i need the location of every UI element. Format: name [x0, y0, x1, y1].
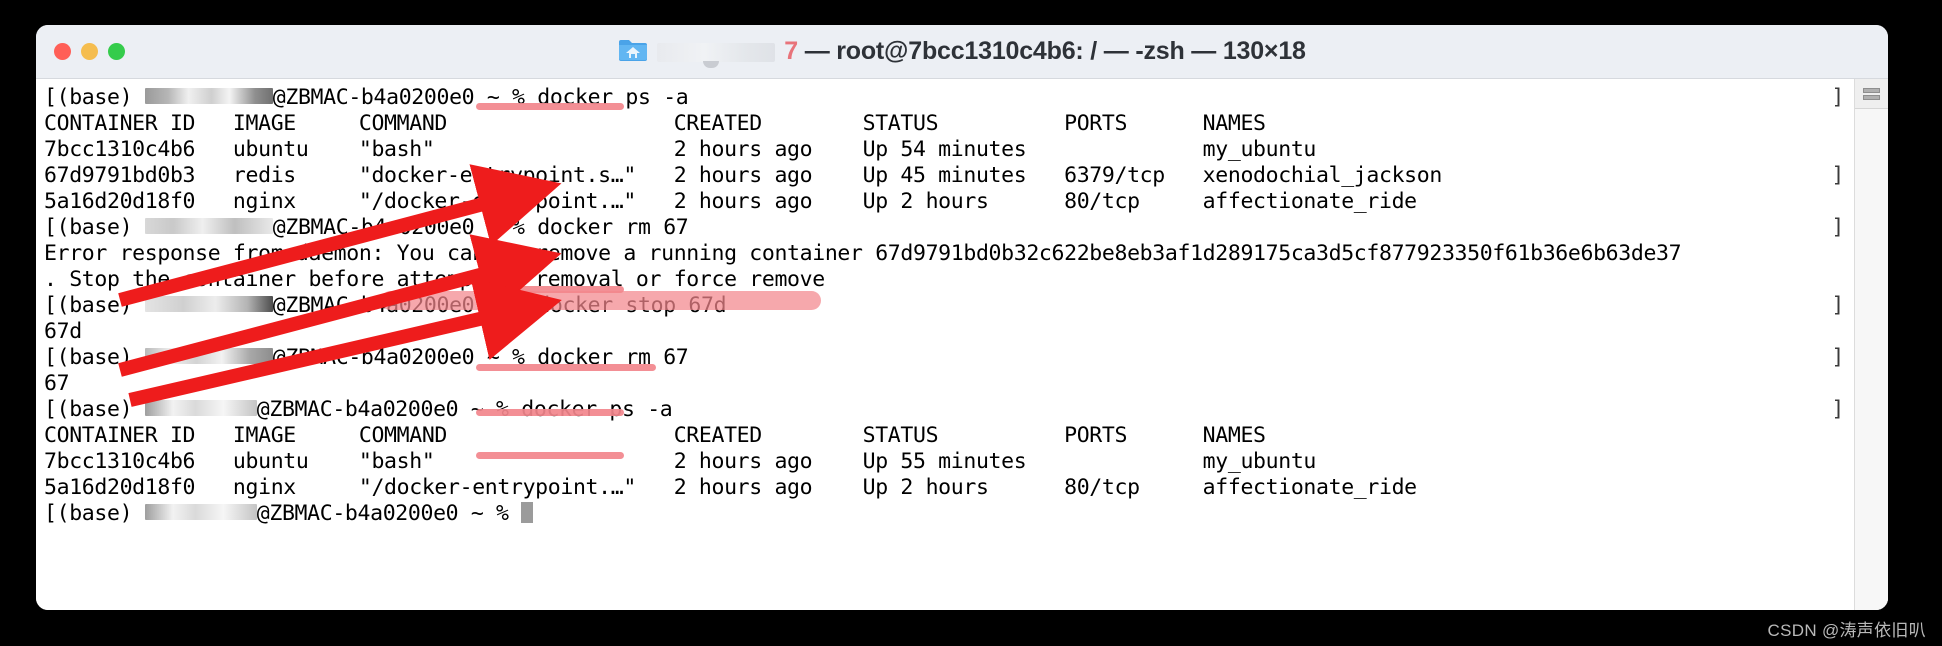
terminal-line: [(base) @ZBMAC-b4a0200e0 ~ % docker rm 6… — [44, 345, 1854, 371]
redacted-username — [144, 88, 273, 104]
terminal-error-output: Error response from daemon: You cannot r… — [44, 241, 1854, 267]
terminal-line: [(base) @ZBMAC-b4a0200e0 ~ % docker stop… — [44, 293, 1854, 319]
table-row-text: 67d9791bd0b3 redis "docker-entrypoint.s…… — [44, 163, 1442, 188]
terminal-command: docker rm 67 — [537, 215, 689, 240]
window-title-text: 7 — root@7bcc1310c4b6: / — -zsh — 130×18 — [784, 37, 1306, 66]
table-row-text: 7bcc1310c4b6 ubuntu "bash" 2 hours ago U… — [44, 137, 1317, 162]
folder-home-icon — [618, 37, 648, 67]
terminal-line: [(base) @ZBMAC-b4a0200e0 ~ % docker rm 6… — [44, 215, 1854, 241]
highlight-underline-docker-ps-a-1 — [476, 103, 624, 110]
table-row-text: 5a16d20d18f0 nginx "/docker-entrypoint.…… — [44, 189, 1417, 214]
terminal-table-header: CONTAINER ID IMAGE COMMAND CREATED STATU… — [44, 423, 1854, 449]
table-header-text: CONTAINER ID IMAGE COMMAND CREATED STATU… — [44, 111, 1266, 136]
terminal-text-area[interactable]: [(base) @ZBMAC-b4a0200e0 ~ % docker ps -… — [36, 79, 1854, 610]
text-cursor — [521, 501, 534, 523]
terminal-window: 7 — root@7bcc1310c4b6: / — -zsh — 130×18… — [36, 25, 1888, 610]
terminal-line: [(base) @ZBMAC-b4a0200e0 ~ % docker ps -… — [44, 85, 1854, 111]
terminal-active-prompt[interactable]: [(base) @ZBMAC-b4a0200e0 ~ % — [44, 501, 1854, 527]
table-row: 67d9791bd0b3 redis "docker-entrypoint.s…… — [44, 163, 1854, 189]
redacted-username — [144, 348, 273, 364]
highlight-blob-error-message — [381, 291, 821, 310]
window-title-pink-char: 7 — [784, 37, 798, 65]
table-row-text: 7bcc1310c4b6 ubuntu "bash" 2 hours ago U… — [44, 449, 1317, 474]
error-text: . Stop the container before attempting r… — [44, 267, 825, 292]
table-row: 5a16d20d18f0 nginx "/docker-entrypoint.…… — [44, 189, 1854, 215]
highlight-underline-docker-rm-2 — [476, 409, 624, 416]
table-row: 7bcc1310c4b6 ubuntu "bash" 2 hours ago U… — [44, 137, 1854, 163]
csdn-watermark: CSDN @涛声依旧叭 — [1767, 621, 1926, 640]
prompt-prefix: [(base) — [44, 501, 145, 526]
title-redacted-username — [657, 43, 776, 68]
table-row: 5a16d20d18f0 nginx "/docker-entrypoint.…… — [44, 475, 1854, 501]
prompt-prefix: [(base) — [44, 293, 145, 318]
resize-grabber-icon[interactable] — [1855, 79, 1888, 109]
terminal-scrollbar[interactable] — [1854, 79, 1888, 610]
close-button[interactable] — [54, 43, 71, 60]
redacted-username — [144, 504, 257, 520]
redacted-username — [144, 400, 257, 416]
prompt-prefix: [(base) — [44, 345, 145, 370]
minimize-button[interactable] — [81, 43, 98, 60]
table-row-text: 5a16d20d18f0 nginx "/docker-entrypoint.…… — [44, 475, 1417, 500]
grabber-lines — [1863, 86, 1880, 102]
output-text: 67 — [44, 371, 70, 396]
terminal-output: 67d — [44, 319, 1854, 345]
error-text: Error response from daemon: You cannot r… — [44, 241, 1682, 266]
terminal-line: [(base) @ZBMAC-b4a0200e0 ~ % docker ps -… — [44, 397, 1854, 423]
redacted-username — [144, 218, 273, 234]
line-end-bracket: ] — [1831, 163, 1844, 188]
prompt-prefix: [(base) — [44, 85, 145, 110]
screenshot-root: 7 — root@7bcc1310c4b6: / — -zsh — 130×18… — [0, 0, 1942, 646]
line-end-bracket: ] — [1831, 293, 1844, 318]
highlight-underline-docker-ps-a-2 — [476, 452, 624, 459]
window-title-rest: — root@7bcc1310c4b6: / — -zsh — 130×18 — [797, 37, 1306, 65]
highlight-underline-docker-stop — [476, 364, 656, 371]
prompt-host: @ZBMAC-b4a0200e0 ~ % — [256, 501, 522, 526]
line-end-bracket: ] — [1831, 215, 1844, 240]
line-end-bracket: ] — [1831, 85, 1844, 110]
terminal-table-header: CONTAINER ID IMAGE COMMAND CREATED STATU… — [44, 111, 1854, 137]
line-end-bracket: ] — [1831, 345, 1844, 370]
terminal-body[interactable]: [(base) @ZBMAC-b4a0200e0 ~ % docker ps -… — [36, 79, 1888, 610]
window-title: 7 — root@7bcc1310c4b6: / — -zsh — 130×18 — [36, 25, 1888, 78]
prompt-prefix: [(base) — [44, 215, 145, 240]
prompt-prefix: [(base) — [44, 397, 145, 422]
window-titlebar: 7 — root@7bcc1310c4b6: / — -zsh — 130×18 — [36, 25, 1888, 79]
zoom-button[interactable] — [108, 43, 125, 60]
line-end-bracket: ] — [1831, 397, 1844, 422]
prompt-host: @ZBMAC-b4a0200e0 ~ % — [272, 215, 538, 240]
window-traffic-lights — [54, 25, 125, 78]
table-row: 7bcc1310c4b6 ubuntu "bash" 2 hours ago U… — [44, 449, 1854, 475]
terminal-error-output-continued: . Stop the container before attempting r… — [44, 267, 1854, 293]
table-header-text: CONTAINER ID IMAGE COMMAND CREATED STATU… — [44, 423, 1266, 448]
terminal-output: 67 — [44, 371, 1854, 397]
output-text: 67d — [44, 319, 82, 344]
redacted-username — [144, 296, 273, 312]
